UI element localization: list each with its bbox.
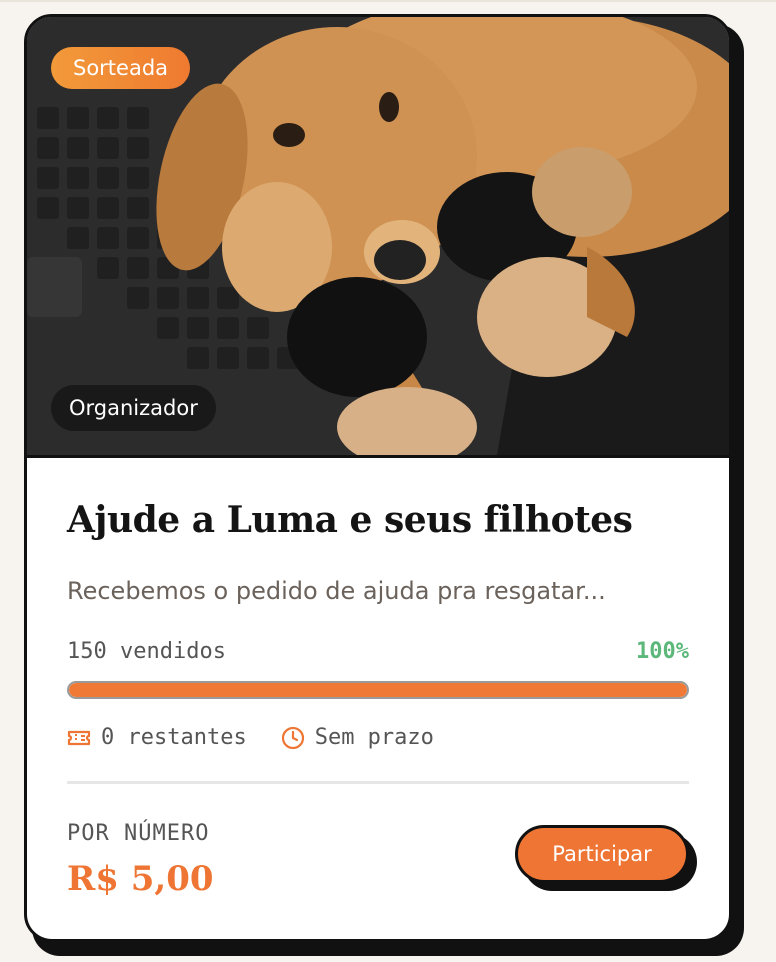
meta-row: 0 restantes Sem prazo [67,725,468,750]
raffle-card[interactable]: Sorteada Organizador Ajude a Luma e seus… [24,14,732,942]
progress-bar [67,681,689,699]
ticket-icon [67,730,91,745]
price-label: POR NÚMERO [67,821,210,846]
progress-fill [69,683,687,697]
remaining-text: 0 restantes [101,725,247,750]
campaign-description: Recebemos o pedido de ajuda pra resgatar… [67,577,606,605]
campaign-title[interactable]: Ajude a Luma e seus filhotes [67,499,633,541]
remaining-info: 0 restantes [67,725,247,750]
status-badge: Sorteada [51,47,191,89]
participate-button[interactable]: Participar [515,825,689,883]
deadline-info: Sem prazo [281,725,434,750]
organizer-badge: Organizador [51,385,216,431]
clock-icon [281,726,304,749]
sold-count: 150 vendidos [67,639,226,664]
price: R$ 5,00 [67,859,214,899]
divider [67,781,689,784]
campaign-photo: Sorteada Organizador [27,17,729,458]
progress-percent: 100% [636,639,689,664]
deadline-text: Sem prazo [314,725,434,750]
page-top-rule [0,0,776,2]
participate-button-wrap: Participar [515,825,697,891]
